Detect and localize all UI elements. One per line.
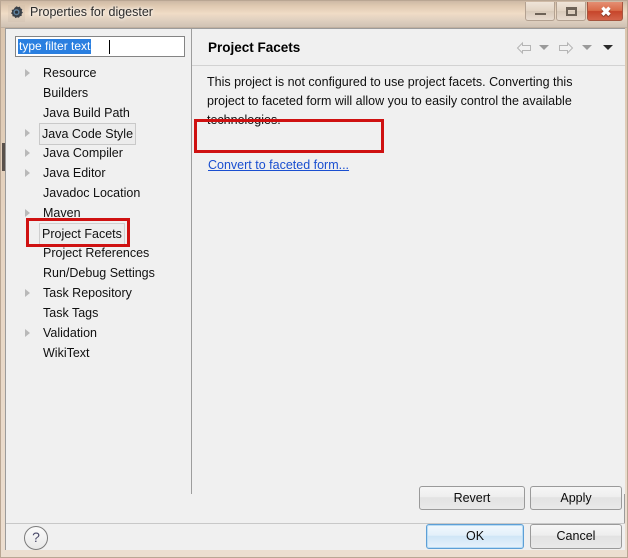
expand-arrow-icon[interactable] <box>25 289 30 297</box>
gear-icon <box>8 5 25 22</box>
minimize-button[interactable] <box>525 2 555 21</box>
sidebar-item-label: Resource <box>43 66 97 80</box>
forward-history-chevron-down-icon[interactable] <box>581 45 592 51</box>
sidebar-item-label: Java Editor <box>43 166 106 180</box>
sidebar-item-label: Project References <box>43 246 150 260</box>
dialog-footer: ? OK Cancel <box>6 524 625 550</box>
sidebar-item-java-compiler[interactable]: Java Compiler <box>6 143 191 163</box>
page-title: Project Facets <box>208 40 301 55</box>
sidebar-item-builders[interactable]: Builders <box>6 83 191 103</box>
filter-input[interactable]: type filter text <box>15 36 185 57</box>
window-title: Properties for digester <box>30 5 153 19</box>
ok-button[interactable]: OK <box>426 524 524 549</box>
sidebar-item-java-editor[interactable]: Java Editor <box>6 163 191 183</box>
back-arrow-icon[interactable] <box>516 41 532 55</box>
restore-icon <box>566 7 577 16</box>
convert-to-faceted-form-link[interactable]: Convert to faceted form... <box>208 158 349 172</box>
expand-arrow-icon[interactable] <box>25 169 30 177</box>
apply-button[interactable]: Apply <box>530 486 622 510</box>
dialog-window: Properties for digester ✖ type filter te… <box>0 0 628 558</box>
page-description: This project is not configured to use pr… <box>207 75 573 127</box>
sidebar-item-label: Java Code Style <box>39 123 137 145</box>
sidebar-item-project-facets[interactable]: Project Facets <box>6 223 191 245</box>
sidebar-item-label: Javadoc Location <box>43 186 141 200</box>
page-menu-chevron-down-icon[interactable] <box>603 45 613 51</box>
sidebar-item-label: WikiText <box>43 346 90 360</box>
sidebar-item-label: Task Tags <box>43 306 99 320</box>
maximize-button[interactable] <box>556 2 586 21</box>
sidebar-item-label: Java Build Path <box>43 106 130 120</box>
sidebar-item-label: Maven <box>43 206 81 220</box>
page-navigation-toolbar <box>514 40 617 58</box>
revert-button[interactable]: Revert <box>419 486 525 510</box>
title-bar: Properties for digester ✖ <box>1 1 627 28</box>
sidebar-item-label: Java Compiler <box>43 146 123 160</box>
sidebar-item-validation[interactable]: Validation <box>6 323 191 343</box>
expand-arrow-icon[interactable] <box>25 329 30 337</box>
sidebar-item-label: Run/Debug Settings <box>43 266 155 280</box>
title-separator <box>192 65 625 66</box>
sidebar-item-java-build-path[interactable]: Java Build Path <box>6 103 191 123</box>
settings-detail-pane: Project Facets This project is not confi… <box>192 29 625 494</box>
expand-arrow-icon[interactable] <box>25 69 30 77</box>
sidebar-item-label: Builders <box>43 86 89 100</box>
sidebar-item-java-code-style[interactable]: Java Code Style <box>6 123 191 145</box>
forward-arrow-icon[interactable] <box>558 41 574 55</box>
sidebar-item-resource[interactable]: Resource <box>6 63 191 83</box>
back-history-chevron-down-icon[interactable] <box>538 45 549 51</box>
settings-navigation-pane: type filter text Resource Builders Java … <box>2 29 192 494</box>
sidebar-item-label: Validation <box>43 326 97 340</box>
sidebar-item-label: Task Repository <box>43 286 132 300</box>
cancel-button[interactable]: Cancel <box>530 524 622 549</box>
apply-button-row: Revert Apply <box>6 481 625 523</box>
scroll-track-marker <box>2 143 5 171</box>
close-icon: ✖ <box>600 4 612 19</box>
sidebar-item-run-debug-settings[interactable]: Run/Debug Settings <box>6 263 191 283</box>
expand-arrow-icon[interactable] <box>25 149 30 157</box>
sidebar-item-project-references[interactable]: Project References <box>6 243 191 263</box>
filter-input-value: type filter text <box>18 39 92 54</box>
help-icon[interactable]: ? <box>24 526 48 550</box>
sidebar-item-wikitext[interactable]: WikiText <box>6 343 191 363</box>
minimize-icon <box>535 13 546 15</box>
sidebar-item-javadoc-location[interactable]: Javadoc Location <box>6 183 191 203</box>
text-caret <box>109 40 110 54</box>
close-button[interactable]: ✖ <box>587 2 623 21</box>
expand-arrow-icon[interactable] <box>25 129 30 137</box>
expand-arrow-icon[interactable] <box>25 209 30 217</box>
sidebar-item-maven[interactable]: Maven <box>6 203 191 223</box>
sidebar-item-task-repository[interactable]: Task Repository <box>6 283 191 303</box>
dialog-client-area: type filter text Resource Builders Java … <box>2 28 625 550</box>
settings-tree[interactable]: Resource Builders Java Build Path Java C… <box>6 63 191 493</box>
sidebar-item-label: Project Facets <box>39 223 125 245</box>
sidebar-item-task-tags[interactable]: Task Tags <box>6 303 191 323</box>
